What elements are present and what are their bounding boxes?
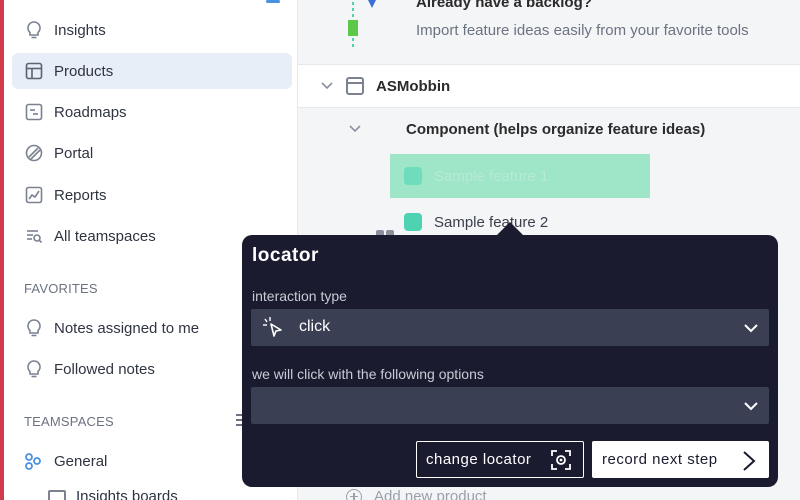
sidebar-item-reports[interactable]: Reports: [12, 177, 292, 213]
import-banner[interactable]: Already have a backlog? Import feature i…: [298, 0, 800, 60]
teamspace-item-label: Insights boards: [76, 488, 178, 500]
banner-title: Already have a backlog?: [416, 0, 592, 11]
import-graphic-icon: [348, 0, 376, 48]
change-locator-button[interactable]: change locator: [416, 441, 584, 478]
sidebar-item-label: Reports: [54, 186, 107, 204]
sidebar-item-portal[interactable]: Portal: [12, 135, 292, 171]
add-new-product[interactable]: Add new product: [346, 488, 487, 500]
feature-row-1[interactable]: Sample feature 1: [390, 154, 650, 198]
banner-subtitle: Import feature ideas easily from your fa…: [416, 22, 749, 39]
sidebar-item-label: Insights: [54, 21, 106, 39]
chart-icon: [24, 185, 44, 205]
popup-title: locator: [252, 245, 319, 266]
component-row[interactable]: Component (helps organize feature ideas): [298, 108, 800, 248]
teamspace-item-label: General: [54, 452, 108, 470]
product-window-icon: [346, 77, 364, 95]
folder-icon: [48, 489, 66, 500]
feature-name: Sample feature 2: [434, 213, 549, 231]
list-search-icon: [24, 226, 44, 246]
sidebar-item-products[interactable]: Products: [12, 53, 292, 89]
sidebar-item-roadmaps[interactable]: Roadmaps: [12, 94, 292, 130]
plus-circle-icon: [346, 488, 362, 500]
cursor-click-icon: [263, 317, 282, 337]
portal-icon: [24, 143, 44, 163]
chevron-down-icon[interactable]: [348, 122, 362, 136]
chevron-right-icon: [743, 451, 756, 471]
record-next-step-label: record next step: [602, 451, 718, 468]
favorites-section-label: FAVORITES: [24, 281, 98, 296]
product-name: ASMobbin: [376, 78, 451, 95]
lightbulb-icon: [24, 359, 44, 379]
teamspace-icon: [24, 451, 44, 471]
feature-name: Sample feature 1: [434, 167, 549, 185]
sidebar-top-indicator: [266, 0, 280, 3]
interaction-type-select[interactable]: click: [251, 309, 769, 346]
click-options-select[interactable]: [251, 387, 769, 424]
sidebar-item-insights[interactable]: Insights: [12, 12, 292, 48]
teamspace-item-insights-boards[interactable]: Insights boards: [48, 488, 178, 500]
add-product-label: Add new product: [374, 488, 487, 500]
popup-pointer: [496, 222, 524, 236]
locator-popup: locator interaction type click we will c…: [242, 235, 778, 487]
interaction-type-value: click: [299, 318, 331, 335]
layout-icon: [24, 61, 44, 81]
roadmap-icon: [24, 102, 44, 122]
target-icon: [551, 450, 571, 470]
chevron-down-icon[interactable]: [320, 79, 334, 93]
record-next-step-button[interactable]: record next step: [592, 441, 769, 478]
teamspaces-section-label: TEAMSPACES: [24, 414, 114, 429]
sidebar-item-label: All teamspaces: [54, 227, 156, 245]
sidebar-item-label: Products: [54, 62, 114, 80]
feature-status-icon: [404, 213, 422, 231]
chevron-down-icon: [744, 324, 758, 333]
change-locator-label: change locator: [426, 451, 532, 468]
product-row[interactable]: ASMobbin: [298, 64, 800, 108]
sidebar-item-label: Portal: [54, 144, 94, 162]
lightbulb-icon: [24, 20, 44, 40]
options-label: we will click with the following options: [252, 366, 484, 382]
sidebar-item-label: Roadmaps: [54, 103, 127, 121]
component-name: Component (helps organize feature ideas): [406, 121, 706, 138]
chevron-down-icon: [744, 402, 758, 411]
interaction-type-label: interaction type: [252, 288, 347, 304]
lightbulb-icon: [24, 318, 44, 338]
favorite-item-label: Notes assigned to me: [54, 319, 200, 337]
feature-status-icon: [404, 167, 422, 185]
favorite-item-label: Followed notes: [54, 360, 155, 378]
